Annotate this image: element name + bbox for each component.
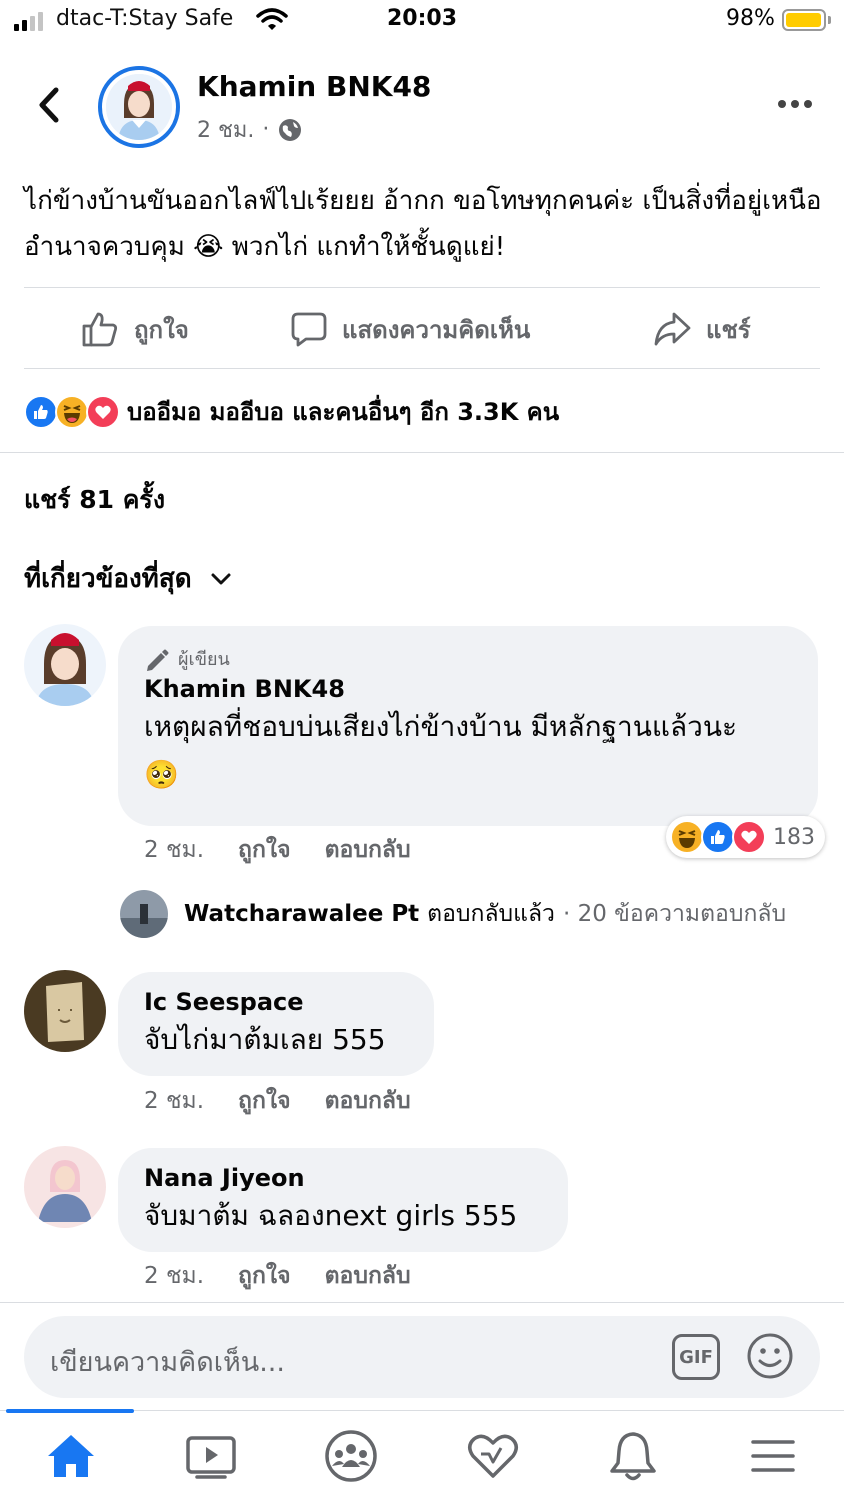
reply-author: Watcharawalee Pt: [184, 901, 420, 927]
comment-reply-button[interactable]: ตอบกลับ: [325, 1083, 411, 1119]
comment-avatar[interactable]: [24, 970, 106, 1052]
comment-time[interactable]: 2 ชม.: [144, 832, 204, 868]
comment-input[interactable]: เขียนความคิดเห็น...: [50, 1340, 285, 1383]
section-divider: [0, 452, 844, 453]
comment-actions: 2 ชม. ถูกใจ ตอบกลับ: [144, 1258, 411, 1294]
notifications-icon: [610, 1432, 656, 1481]
comment-bubble[interactable]: Nana Jiyeon จับมาต้ม ฉลองnext girls 555: [118, 1148, 568, 1252]
comment-like-button[interactable]: ถูกใจ: [238, 832, 291, 868]
share-label: แชร์: [706, 315, 751, 344]
tab-menu[interactable]: [738, 1425, 808, 1487]
comment-author[interactable]: Khamin BNK48: [144, 675, 792, 703]
comment-text: เหตุผลที่ชอบบ่นเสียงไก่ข้างบ้าน มีหลักฐา…: [144, 710, 738, 743]
tab-watch[interactable]: [176, 1425, 246, 1487]
comment-actions: 2 ชม. ถูกใจ ตอบกลับ: [144, 832, 411, 868]
watch-icon: [186, 1436, 236, 1479]
post-meta: 2 ชม. ·: [197, 112, 303, 147]
comment-author[interactable]: Nana Jiyeon: [144, 1164, 542, 1192]
status-bar: dtac-T:Stay Safe 20:03 98%: [0, 0, 844, 44]
comment-time[interactable]: 2 ชม.: [144, 1083, 204, 1119]
comment-time[interactable]: 2 ชม.: [144, 1258, 204, 1294]
emoji-button[interactable]: [746, 1332, 794, 1384]
active-tab-indicator: [6, 1409, 134, 1413]
haha-reaction-icon: [55, 394, 89, 429]
pencil-icon: [147, 649, 169, 671]
battery-percent: 98%: [726, 6, 775, 31]
comment-avatar[interactable]: [24, 624, 106, 706]
divider: [24, 287, 820, 288]
gif-button[interactable]: GIF: [672, 1334, 720, 1380]
comment-text: จับมาต้ม ฉลองnext girls 555: [144, 1199, 518, 1232]
comment-like-button[interactable]: ถูกใจ: [238, 1258, 291, 1294]
author-badge-label: ผู้เขียน: [178, 649, 230, 670]
comment-composer[interactable]: เขียนความคิดเห็น... GIF: [24, 1316, 820, 1398]
tab-groups[interactable]: [316, 1425, 386, 1487]
profile-photo: [106, 74, 172, 140]
tab-home[interactable]: [36, 1425, 106, 1487]
comment-reply-button[interactable]: ตอบกลับ: [325, 832, 411, 868]
haha-reaction-icon: [670, 820, 704, 854]
composer-divider: [0, 1302, 844, 1303]
reactions-text: บออีมอ มออีบอ และคนอื่นๆ อีก 3.3K คน: [127, 398, 560, 426]
comment-sort-dropdown[interactable]: ที่เกี่ยวข้องที่สุด: [24, 558, 232, 599]
comment-emoji: 🥺: [144, 758, 179, 791]
comment-author[interactable]: Ic Seespace: [144, 988, 408, 1016]
divider: [24, 368, 820, 369]
page-avatar[interactable]: [98, 66, 180, 148]
comment-avatar[interactable]: [24, 1146, 106, 1228]
smiley-icon: [747, 1333, 793, 1379]
comment-bubble[interactable]: Ic Seespace จับไก่มาต้มเลย 555: [118, 972, 434, 1076]
love-reaction-icon: [732, 820, 766, 854]
comment-button[interactable]: แสดงความคิดเห็น: [290, 306, 530, 352]
groups-icon: [325, 1430, 377, 1482]
globe-icon: [279, 118, 302, 141]
status-time: 20:03: [386, 6, 458, 31]
battery-cap: [828, 16, 831, 24]
post-author[interactable]: Khamin BNK48: [197, 70, 431, 103]
comment-like-button[interactable]: ถูกใจ: [238, 1083, 291, 1119]
post-time[interactable]: 2 ชม.: [197, 112, 254, 147]
view-replies-link[interactable]: Watcharawalee Pt ตอบกลับแล้ว · 20 ข้อควา…: [120, 890, 786, 938]
comment-actions: 2 ชม. ถูกใจ ตอบกลับ: [144, 1083, 411, 1119]
more-options-button[interactable]: [778, 100, 812, 108]
battery-icon: [782, 9, 826, 31]
author-badge: ผู้เขียน: [144, 644, 792, 673]
tab-notifications[interactable]: [598, 1425, 668, 1487]
comment-bubble[interactable]: ผู้เขียน Khamin BNK48 เหตุผลที่ชอบบ่นเสี…: [118, 626, 818, 826]
reply-action: ตอบกลับแล้ว: [427, 901, 555, 927]
like-button[interactable]: ถูกใจ: [80, 306, 189, 352]
like-reaction-icon: [701, 820, 735, 854]
thumbs-up-icon: [82, 312, 118, 347]
chevron-left-icon: [39, 87, 59, 123]
comment-icon: [291, 312, 327, 347]
home-icon: [48, 1435, 94, 1477]
chevron-down-icon: [211, 573, 231, 584]
comment-reactions[interactable]: 183: [666, 816, 825, 858]
share-button[interactable]: แชร์: [652, 306, 751, 352]
like-reaction-icon: [24, 394, 58, 429]
comment-label: แสดงความคิดเห็น: [342, 315, 531, 344]
reply-count: · 20 ข้อความตอบกลับ: [562, 901, 787, 927]
comment-reply-button[interactable]: ตอบกลับ: [325, 1258, 411, 1294]
share-icon: [654, 312, 691, 346]
bottom-tab-bar: [0, 1409, 844, 1500]
back-button[interactable]: [34, 86, 64, 128]
shares-count[interactable]: แชร์ 81 ครั้ง: [24, 480, 165, 520]
meta-separator: ·: [262, 117, 270, 142]
comment-text: จับไก่มาต้มเลย 555: [144, 1023, 386, 1056]
tab-dating[interactable]: [458, 1425, 528, 1487]
comment-reaction-count: 183: [773, 824, 815, 850]
reply-avatar: [120, 890, 168, 938]
love-reaction-icon: [86, 394, 120, 429]
post-text: ไก่ข้างบ้านขันออกไลฟ์ไปเร้ยยย อ้ากก ขอโท…: [24, 186, 822, 262]
like-label: ถูกใจ: [134, 315, 189, 344]
dating-icon: [468, 1434, 518, 1478]
sort-label: ที่เกี่ยวข้องที่สุด: [24, 564, 192, 594]
menu-icon: [751, 1440, 795, 1472]
reactions-summary[interactable]: บออีมอ มออีบอ และคนอื่นๆ อีก 3.3K คน: [24, 392, 559, 431]
